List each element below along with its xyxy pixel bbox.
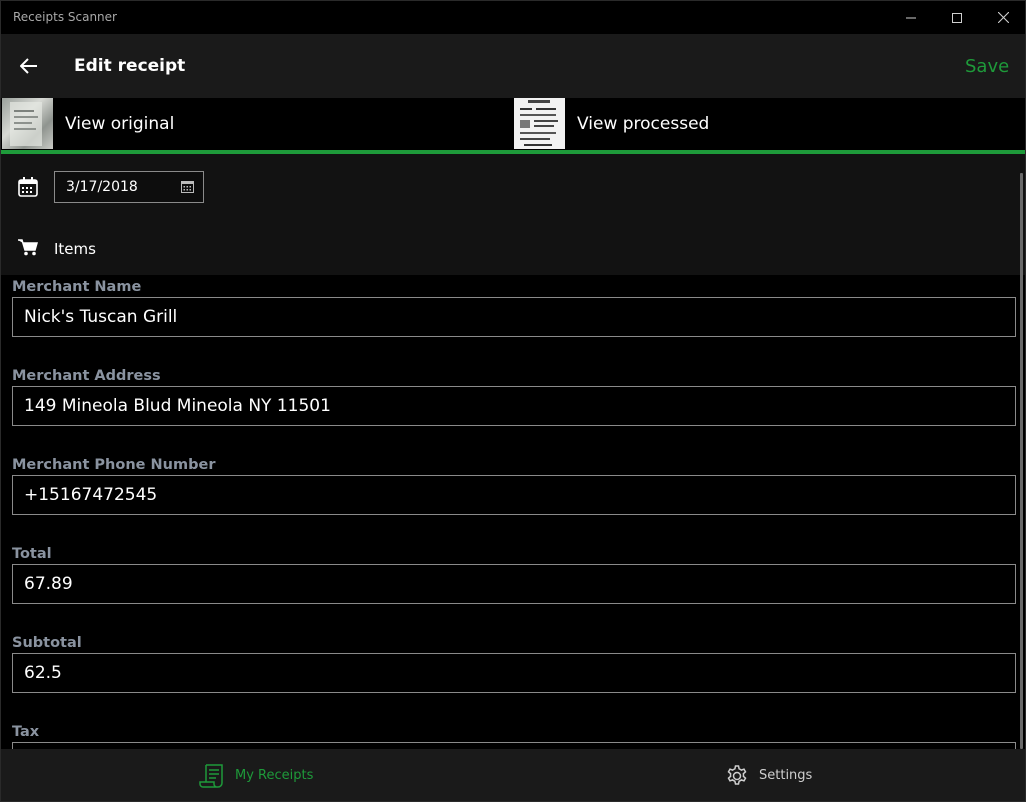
nav-settings[interactable]: Settings bbox=[725, 749, 813, 801]
window-title: Receipts Scanner bbox=[13, 10, 117, 24]
minimize-button[interactable] bbox=[888, 1, 934, 34]
back-button[interactable] bbox=[9, 46, 49, 86]
bottom-navigation: My Receipts Settings bbox=[1, 749, 1025, 801]
nav-settings-label: Settings bbox=[759, 768, 813, 783]
view-original-button[interactable]: View original bbox=[2, 98, 512, 149]
receipt-photo-icon bbox=[10, 102, 42, 146]
merchant-phone-input[interactable] bbox=[12, 475, 1016, 515]
close-icon bbox=[997, 12, 1009, 23]
page-header: Edit receipt Save bbox=[1, 34, 1025, 98]
total-input[interactable] bbox=[12, 564, 1016, 604]
subtotal-input[interactable] bbox=[12, 653, 1016, 693]
view-processed-label: View processed bbox=[577, 113, 710, 134]
minimize-icon bbox=[906, 17, 916, 18]
original-receipt-thumbnail bbox=[2, 98, 53, 149]
merchant-phone-label: Merchant Phone Number bbox=[12, 457, 216, 473]
date-picker-icon bbox=[181, 181, 194, 193]
merchant-address-input[interactable] bbox=[12, 386, 1016, 426]
nav-my-receipts-label: My Receipts bbox=[235, 768, 314, 783]
receipt-form: Merchant Name Merchant Address Merchant … bbox=[1, 275, 1025, 749]
maximize-icon bbox=[952, 12, 962, 23]
view-processed-button[interactable]: View processed bbox=[514, 98, 1024, 149]
merchant-name-input[interactable] bbox=[12, 297, 1016, 337]
total-label: Total bbox=[12, 546, 52, 562]
receipt-icon bbox=[199, 763, 223, 788]
shopping-cart-icon bbox=[18, 239, 38, 256]
app-window: Receipts Scanner Edit receipt Save View … bbox=[0, 0, 1026, 802]
merchant-address-label: Merchant Address bbox=[12, 368, 161, 384]
processed-receipt-thumbnail bbox=[514, 98, 565, 149]
calendar-icon bbox=[18, 177, 38, 197]
save-button[interactable]: Save bbox=[953, 52, 1021, 80]
close-button[interactable] bbox=[980, 1, 1025, 34]
maximize-button[interactable] bbox=[934, 1, 980, 34]
image-tabs: View original View processed bbox=[1, 98, 1025, 150]
tax-input[interactable] bbox=[12, 742, 1016, 749]
title-bar: Receipts Scanner bbox=[1, 1, 1025, 34]
gear-icon bbox=[727, 764, 747, 785]
nav-my-receipts[interactable]: My Receipts bbox=[199, 749, 314, 801]
date-picker[interactable]: 3/17/2018 bbox=[54, 171, 204, 203]
view-original-label: View original bbox=[65, 113, 175, 134]
form-scrollbar[interactable] bbox=[1020, 173, 1023, 749]
items-link[interactable]: Items bbox=[54, 240, 96, 258]
page-title: Edit receipt bbox=[74, 56, 186, 76]
date-value: 3/17/2018 bbox=[66, 179, 138, 195]
receipt-scan-icon bbox=[520, 100, 558, 146]
arrow-left-icon bbox=[20, 58, 37, 74]
merchant-name-label: Merchant Name bbox=[12, 279, 142, 295]
tax-label: Tax bbox=[12, 724, 40, 740]
receipt-meta-panel: 3/17/2018 Items bbox=[1, 154, 1025, 275]
subtotal-label: Subtotal bbox=[12, 635, 82, 651]
